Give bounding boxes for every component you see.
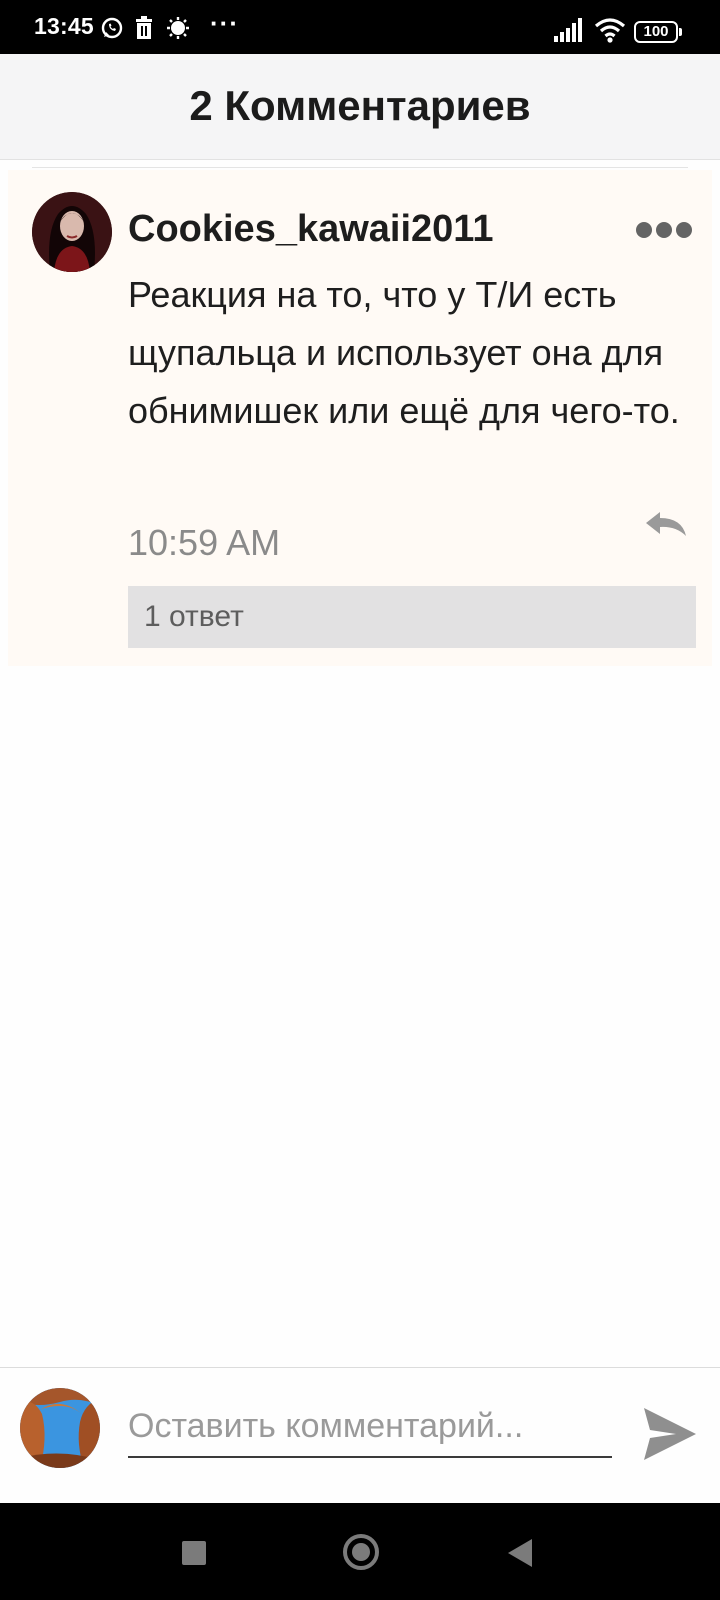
recent-apps-icon[interactable]: [182, 1541, 206, 1565]
battery-level: 100: [643, 23, 669, 40]
replies-count: 1 ответ: [144, 600, 244, 633]
comment-input[interactable]: [128, 1396, 612, 1458]
back-icon[interactable]: [508, 1539, 532, 1567]
status-time: 13:45: [34, 13, 94, 39]
commenter-username[interactable]: Cookies_kawaii2011: [128, 208, 493, 251]
more-options-icon[interactable]: [636, 222, 698, 240]
send-icon[interactable]: [640, 1406, 700, 1462]
commenter-avatar[interactable]: [32, 192, 112, 272]
comment-timestamp: 10:59 AM: [128, 522, 281, 563]
whatsapp-icon: [101, 17, 123, 39]
reply-icon[interactable]: [644, 510, 688, 540]
status-bar: 13:45 ··· 100: [0, 0, 720, 54]
divider: [32, 167, 688, 168]
overflow-indicator: ···: [210, 8, 239, 38]
comment-text: Реакция на то, что у Т/И есть щупальца и…: [128, 274, 680, 431]
home-icon[interactable]: [343, 1534, 379, 1570]
comments-header: 2 Комментариев: [0, 54, 720, 160]
signal-icon: [554, 18, 582, 42]
user-avatar[interactable]: [20, 1388, 100, 1468]
wifi-icon: [594, 18, 626, 43]
comment-card[interactable]: Cookies_kawaii2011 Реакция на то, что у …: [8, 170, 712, 666]
system-nav-bar: [0, 1503, 720, 1600]
page-title: 2 Комментариев: [189, 82, 531, 129]
sun-icon: [167, 17, 189, 39]
view-replies-button[interactable]: 1 ответ: [128, 586, 696, 648]
trash-icon: [136, 16, 152, 39]
comment-input-bar: [0, 1367, 720, 1503]
battery-icon: 100: [634, 21, 682, 43]
